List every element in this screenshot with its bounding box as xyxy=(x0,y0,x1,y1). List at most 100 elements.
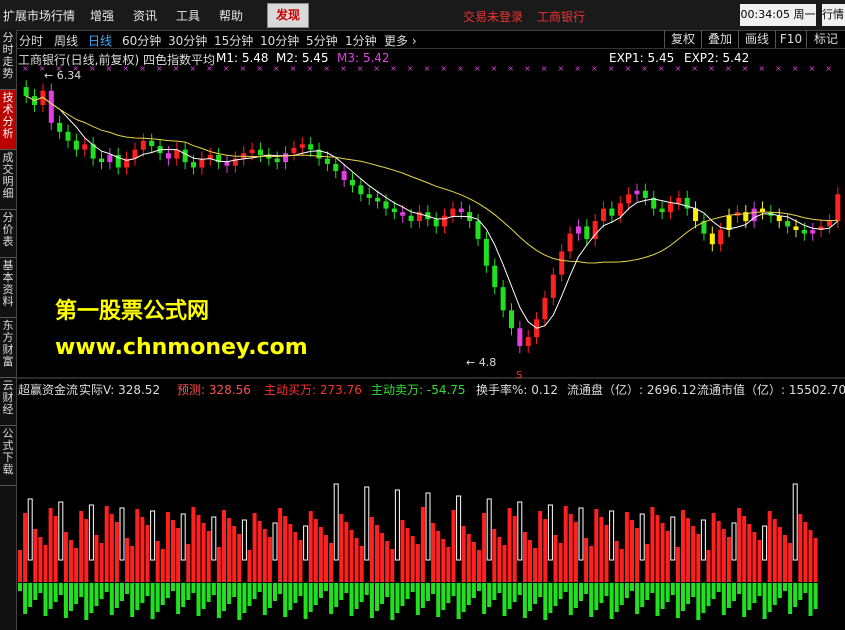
volume-bar-buy xyxy=(624,512,629,582)
indicator-float-value: 流通市值（亿）: 15502.70 xyxy=(697,383,845,397)
volume-bar-sell xyxy=(793,583,798,607)
volume-bar-buy xyxy=(69,540,73,582)
volume-bar-sell xyxy=(33,583,38,600)
volume-bar-sell xyxy=(471,583,476,598)
volume-bar-buy xyxy=(696,534,701,582)
volume-bar-buy xyxy=(471,542,476,582)
volume-bar-sell xyxy=(308,583,313,612)
volume-bar-sell xyxy=(584,583,589,594)
volume-bar-outline xyxy=(486,498,492,561)
volume-bar-buy xyxy=(79,511,84,582)
candle-body xyxy=(483,238,489,266)
volume-bar-buy xyxy=(573,522,578,582)
volume-bar-sell xyxy=(18,583,22,591)
volume-bar-sell xyxy=(675,583,680,618)
volume-bar-buy xyxy=(614,541,619,582)
volume-bar-sell xyxy=(288,583,293,610)
volume-bar-buy xyxy=(772,519,777,582)
volume-bar-buy xyxy=(18,550,22,582)
volume-bar-sell xyxy=(165,583,170,598)
volume-bar-sell xyxy=(553,583,558,606)
volume-bar-sell xyxy=(420,583,425,608)
volume-bar-sell xyxy=(262,583,267,615)
volume-bar-sell xyxy=(497,583,502,593)
volume-bar-buy xyxy=(344,522,349,582)
volume-bar-sell xyxy=(38,583,43,593)
volume-bar-buy xyxy=(528,540,532,582)
volume-bar-buy xyxy=(737,508,742,582)
volume-bar-buy xyxy=(446,547,451,582)
volume-bar-sell xyxy=(313,583,318,605)
volume-bar-sell xyxy=(303,583,308,619)
volume-bar-buy xyxy=(145,525,150,582)
volume-bar-buy xyxy=(752,532,757,582)
volume-bar-buy xyxy=(247,550,252,582)
candle-body xyxy=(366,194,372,198)
volume-bar-sell xyxy=(201,583,206,609)
volume-bar-buy xyxy=(757,540,762,582)
candle-body xyxy=(341,171,347,180)
volume-bar-sell xyxy=(196,583,201,616)
volume-bar-buy xyxy=(650,507,655,582)
volume-bar-buy xyxy=(645,544,650,582)
volume-bar-sell xyxy=(206,583,211,602)
candle-body xyxy=(82,144,88,150)
candle-body xyxy=(140,140,146,150)
candle-body xyxy=(274,158,280,163)
volume-bar-buy xyxy=(216,547,221,582)
candle-body xyxy=(324,158,330,164)
volume-bar-buy xyxy=(655,515,660,582)
volume-bar-sell xyxy=(563,583,568,592)
volume-bar-sell xyxy=(318,583,323,598)
volume-bar-buy xyxy=(767,511,772,582)
volume-bar-sell xyxy=(252,583,257,599)
volume-bar-outline xyxy=(762,525,768,561)
volume-bar-buy xyxy=(23,513,28,582)
volume-bar-sell xyxy=(655,583,660,616)
volume-bar-buy xyxy=(798,514,803,582)
volume-bar-sell xyxy=(380,583,385,604)
volume-bar-sell xyxy=(512,583,517,602)
candle-body xyxy=(391,208,397,213)
volume-bar-sell xyxy=(492,583,497,600)
volume-bar-sell xyxy=(426,583,430,601)
volume-bar-buy xyxy=(252,513,257,582)
candle-body xyxy=(98,158,104,163)
volume-bar-buy xyxy=(788,543,793,582)
signal-marker: × xyxy=(390,64,397,73)
candle-body xyxy=(182,149,188,163)
volume-bar-buy xyxy=(349,530,354,582)
volume-bar-sell xyxy=(650,583,655,593)
volume-bar-sell xyxy=(390,583,395,620)
volume-bar-sell xyxy=(186,583,191,600)
candle-body xyxy=(776,215,782,222)
volume-bar-buy xyxy=(84,519,89,582)
candle-body xyxy=(458,208,464,213)
candle-body xyxy=(626,194,632,204)
volume-bar-sell xyxy=(43,583,48,616)
candle-body xyxy=(408,215,414,222)
candle-body xyxy=(383,201,389,209)
volume-bar-sell xyxy=(114,583,119,608)
volume-bar-sell xyxy=(227,583,232,604)
signal-marker: × xyxy=(524,64,531,73)
volume-bar-buy xyxy=(803,522,808,582)
volume-bar-sell xyxy=(232,583,237,597)
signal-marker: × xyxy=(424,64,431,73)
candle-body xyxy=(718,230,724,245)
candle-body xyxy=(400,212,406,216)
volume-bar-sell xyxy=(538,583,543,597)
volume-bar-sell xyxy=(237,583,242,620)
candle-body xyxy=(283,153,289,163)
volume-bar-sell xyxy=(681,583,685,611)
volume-bar-buy xyxy=(635,528,640,582)
candle-body xyxy=(65,131,71,141)
volume-bar-sell xyxy=(339,583,344,600)
signal-marker: × xyxy=(758,64,765,73)
volume-bar-outline xyxy=(547,504,553,561)
volume-bar-sell xyxy=(517,583,522,595)
volume-bar-buy xyxy=(160,549,165,582)
volume-bar-buy xyxy=(675,547,680,582)
volume-bar-buy xyxy=(385,541,390,582)
volume-bar-buy xyxy=(339,514,344,582)
